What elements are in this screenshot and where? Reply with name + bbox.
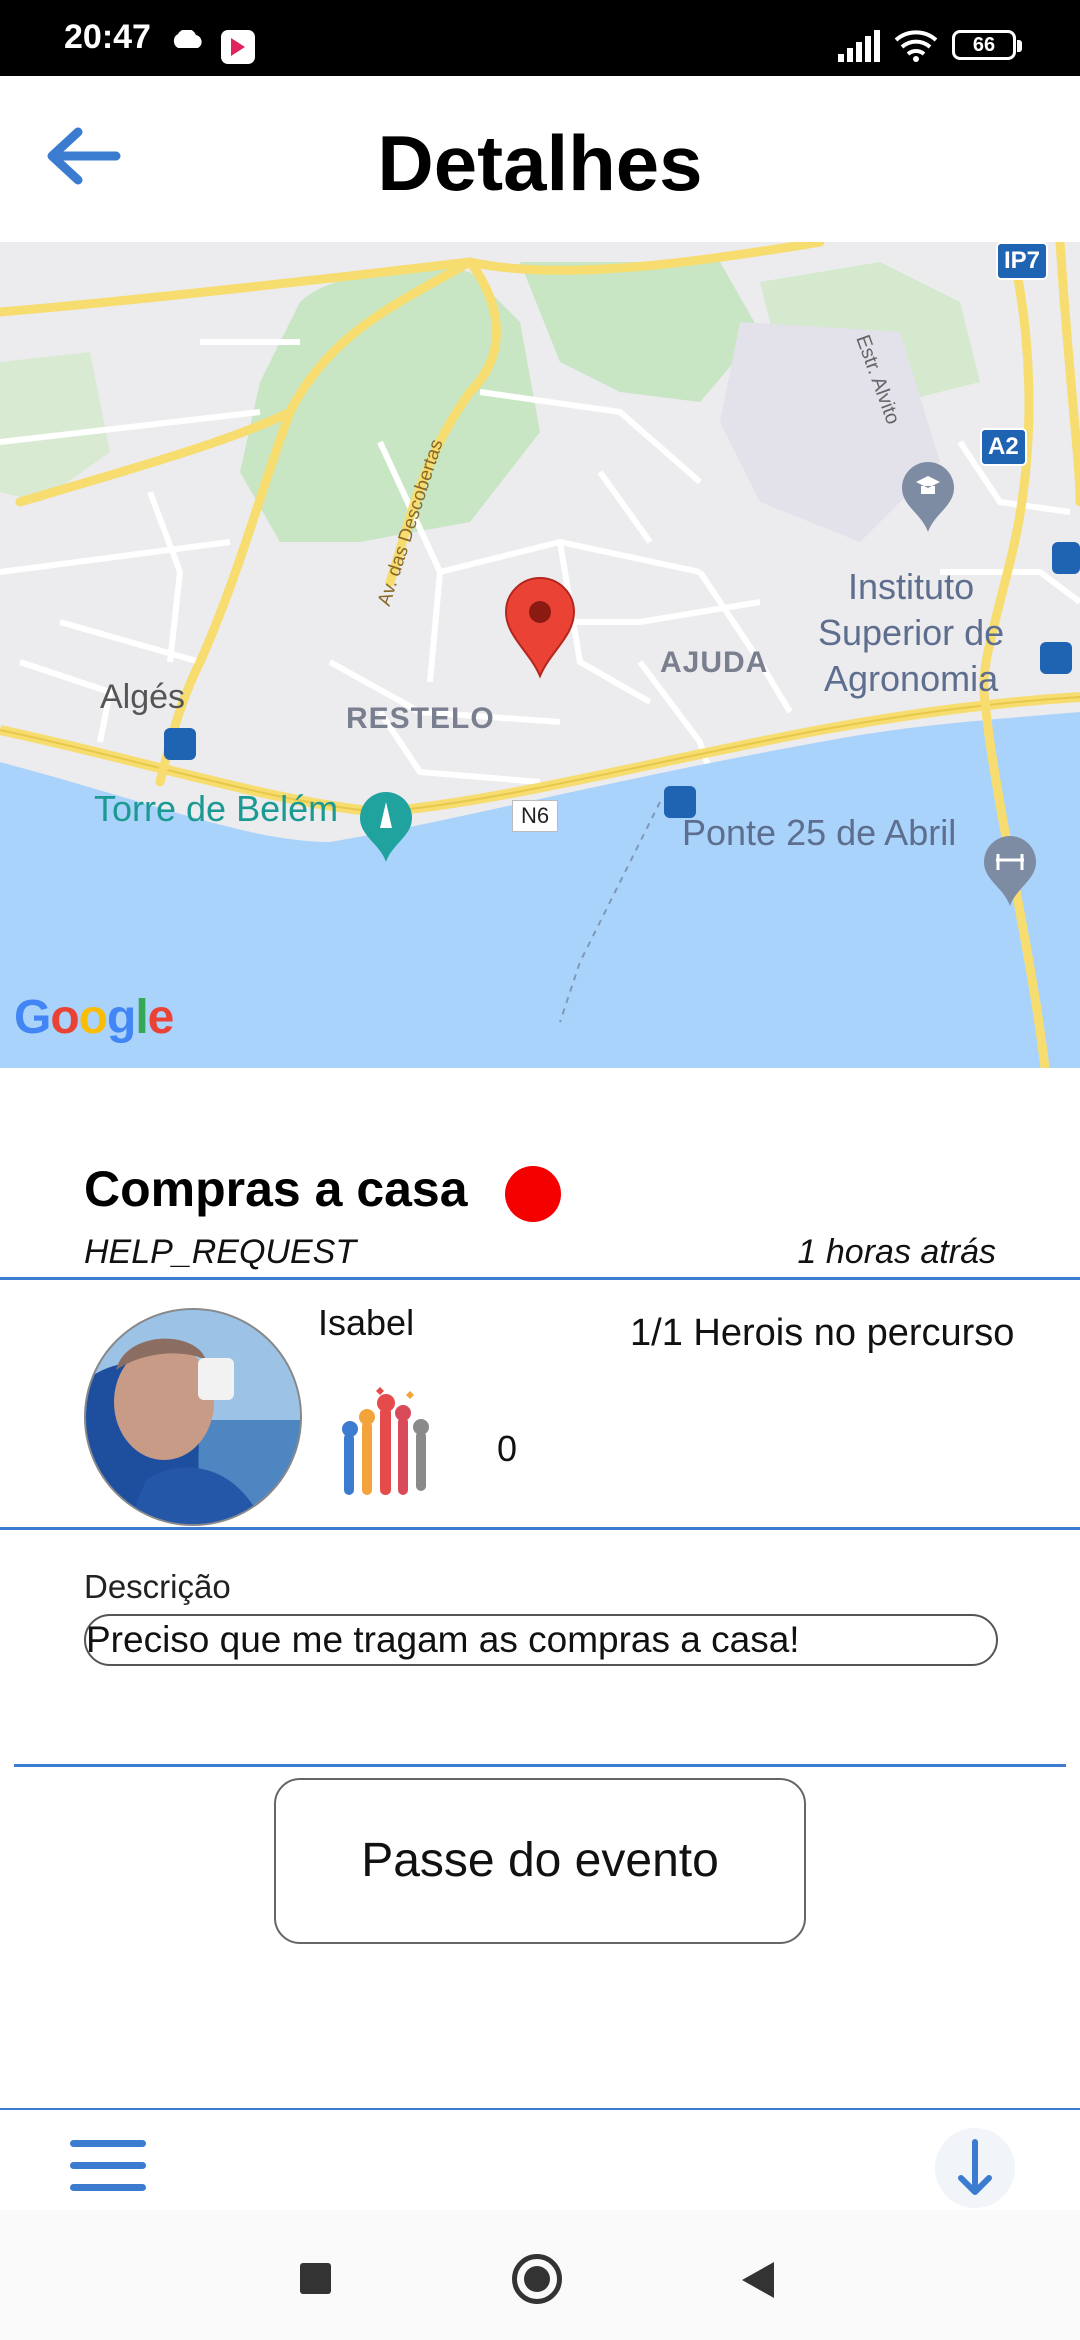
map-label-instituto: Instituto Superior de Agronomia xyxy=(818,566,1005,699)
map-label-torre-de-belem: Torre de Belém xyxy=(94,788,339,829)
user-score: 0 xyxy=(497,1428,518,1469)
system-nav-bar xyxy=(0,2210,1080,2340)
description-field[interactable]: Preciso que me tragam as compras a casa! xyxy=(84,1614,998,1666)
battery-indicator: 66 xyxy=(952,30,1022,60)
divider xyxy=(0,1527,1080,1530)
map-label-alges: Algés xyxy=(100,678,186,716)
menu-icon[interactable] xyxy=(70,2140,150,2204)
app-header: Detalhes xyxy=(0,76,1080,242)
home-icon[interactable] xyxy=(512,2254,562,2304)
map-shield-a2: A2 xyxy=(980,428,1027,466)
location-pin xyxy=(504,577,576,679)
map-view[interactable]: Algés RESTELO AJUDA Instituto Superior d… xyxy=(0,242,1080,1068)
map-tag-n6: N6 xyxy=(512,800,559,832)
description-label: Descrição xyxy=(84,1568,231,1605)
divider xyxy=(0,1277,1080,1280)
app-notification-icon xyxy=(221,30,255,64)
pass-event-button[interactable]: Passe do evento xyxy=(274,1778,806,1944)
status-bar: 20:47 66 xyxy=(0,0,1080,76)
event-title: Compras a casa xyxy=(84,1161,468,1217)
signal-icon xyxy=(838,30,880,62)
recents-icon[interactable] xyxy=(300,2263,331,2294)
google-logo: Google xyxy=(14,991,174,1044)
user-name: Isabel xyxy=(318,1302,415,1343)
status-time: 20:47 xyxy=(64,18,151,56)
event-status-dot xyxy=(505,1166,561,1222)
page-title: Detalhes xyxy=(377,119,703,207)
map-shield-ip7: IP7 xyxy=(996,242,1049,280)
heroes-count: 1/1 Herois no percurso xyxy=(630,1312,1015,1354)
divider xyxy=(14,1764,1066,1767)
event-type: HELP_REQUEST xyxy=(84,1233,357,1271)
arrow-down-icon[interactable] xyxy=(935,2128,1015,2208)
avatar[interactable] xyxy=(84,1308,302,1526)
bottom-bar xyxy=(0,2110,1080,2210)
wifi-icon xyxy=(894,30,938,62)
map-label-restelo: RESTELO xyxy=(346,702,495,735)
raised-hands-icon xyxy=(342,1387,429,1495)
nav-back-icon[interactable] xyxy=(742,2262,774,2298)
event-time-ago: 1 horas atrás xyxy=(797,1233,996,1271)
map-label-ajuda: AJUDA xyxy=(660,646,769,679)
cloud-icon xyxy=(173,30,202,48)
map-label-ponte: Ponte 25 de Abril xyxy=(682,812,957,853)
